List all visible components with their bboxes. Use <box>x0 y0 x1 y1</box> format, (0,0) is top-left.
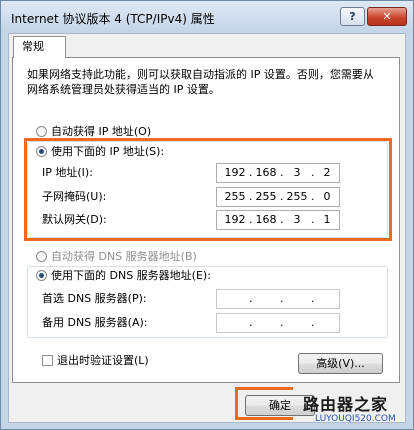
octet: 3 <box>293 166 301 179</box>
alternate-dns-label: 备用 DNS 服务器(A): <box>42 316 148 329</box>
radio-icon <box>36 126 47 137</box>
octet: 255 <box>286 190 308 203</box>
title-bar[interactable]: Internet 协议版本 4 (TCP/IPv4) 属性 ? ✕ <box>1 1 413 35</box>
octet: 255 <box>255 190 277 203</box>
advanced-button[interactable]: 高级(V)... <box>298 353 383 374</box>
radio-selected-icon <box>36 270 47 281</box>
subnet-mask-label: 子网掩码(U): <box>42 190 107 203</box>
octet: 0 <box>323 190 331 203</box>
radio-icon <box>36 251 47 262</box>
preferred-dns-label: 首选 DNS 服务器(P): <box>42 292 147 305</box>
help-button[interactable]: ? <box>340 7 365 26</box>
close-button[interactable]: ✕ <box>367 7 407 26</box>
dot-separator: . <box>249 316 253 329</box>
auto-ip-label: 自动获得 IP 地址(O) <box>51 125 152 138</box>
preferred-dns-input[interactable]: . . . <box>216 289 340 309</box>
ip-address-input[interactable]: 192. 168. 3. 2 <box>216 163 340 183</box>
dot-separator: . <box>280 292 284 305</box>
dot-separator: . <box>311 316 315 329</box>
octet: 168 <box>255 213 277 226</box>
subnet-mask-input[interactable]: 255. 255. 255. 0 <box>216 187 340 207</box>
ip-address-label: IP 地址(I): <box>42 166 93 179</box>
default-gateway-label: 默认网关(D): <box>42 213 107 226</box>
auto-dns-label: 自动获得 DNS 服务器地址(B) <box>51 250 197 263</box>
octet: 2 <box>323 166 331 179</box>
octet: 255 <box>224 190 246 203</box>
checkbox-icon <box>42 355 53 366</box>
radio-selected-icon <box>36 146 47 157</box>
window-title: Internet 协议版本 4 (TCP/IPv4) 属性 <box>11 12 215 26</box>
manual-dns-radio[interactable]: 使用下面的 DNS 服务器地址(E): <box>36 269 211 283</box>
alternate-dns-input[interactable]: . . . <box>216 313 340 333</box>
dot-separator: . <box>249 292 253 305</box>
tab-general[interactable]: 常规 <box>13 36 66 58</box>
default-gateway-input[interactable]: 192. 168. 3. 1 <box>216 210 340 230</box>
watermark-url: LUYOUQI520.COM <box>315 414 396 424</box>
octet: 1 <box>323 213 331 226</box>
manual-dns-label: 使用下面的 DNS 服务器地址(E): <box>51 269 211 282</box>
auto-ip-radio[interactable]: 自动获得 IP 地址(O) <box>36 125 151 139</box>
manual-ip-radio[interactable]: 使用下面的 IP 地址(S): <box>36 145 164 159</box>
dot-separator: . <box>311 292 315 305</box>
validate-on-exit-label: 退出时验证设置(L) <box>57 354 149 367</box>
octet: 192 <box>224 213 246 226</box>
manual-ip-label: 使用下面的 IP 地址(S): <box>51 145 165 158</box>
octet: 3 <box>293 213 301 226</box>
dot-separator: . <box>280 316 284 329</box>
description-text: 如果网络支持此功能，则可以获取自动指派的 IP 设置。否则，您需要从网络系统管理… <box>27 68 374 96</box>
watermark-title: 路由器之家 <box>303 395 389 414</box>
octet: 168 <box>255 166 277 179</box>
octet: 192 <box>224 166 246 179</box>
validate-on-exit-checkbox[interactable]: 退出时验证设置(L) <box>42 354 149 368</box>
auto-dns-radio[interactable]: 自动获得 DNS 服务器地址(B) <box>36 250 197 264</box>
